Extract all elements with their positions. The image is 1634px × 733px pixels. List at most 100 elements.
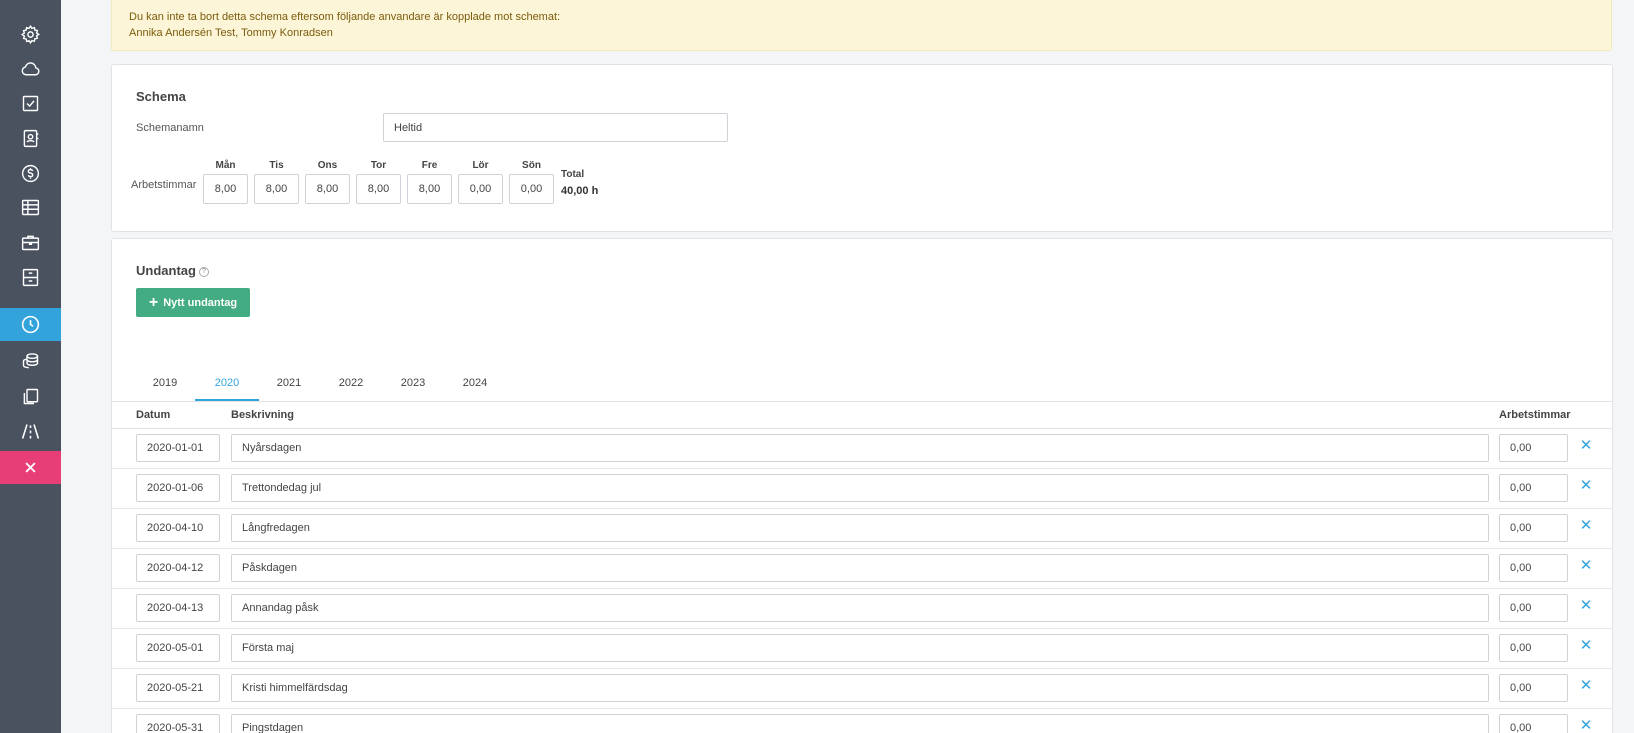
- briefcase-icon: [21, 235, 40, 250]
- table-row: 2020-04-10 Långfredagen 0,00 ✕: [112, 509, 1612, 549]
- description-input[interactable]: Första maj: [231, 634, 1489, 662]
- date-input[interactable]: 2020-04-12: [136, 554, 220, 582]
- archive-icon: [22, 268, 39, 286]
- table-row: 2020-05-21 Kristi himmelfärdsdag 0,00 ✕: [112, 669, 1612, 709]
- new-exception-label: Nytt undantag: [163, 296, 238, 309]
- day-column-tue: Tis 8,00: [254, 160, 299, 204]
- hours-input[interactable]: 0,00: [1499, 474, 1568, 502]
- sidebar-item-contacts[interactable]: [0, 122, 61, 154]
- description-input[interactable]: Pingstdagen: [231, 714, 1489, 733]
- hours-input[interactable]: 0,00: [1499, 714, 1568, 733]
- day-label: Lör: [472, 160, 489, 171]
- exceptions-panel: Undantag? + Nytt undantag 2019 2020 2021…: [111, 238, 1613, 733]
- new-exception-button[interactable]: + Nytt undantag: [136, 288, 250, 317]
- date-input[interactable]: 2020-05-01: [136, 634, 220, 662]
- hours-label: Arbetstimmar: [131, 179, 197, 191]
- day-hours-input[interactable]: 8,00: [407, 174, 452, 204]
- tab-2024[interactable]: 2024: [443, 370, 507, 402]
- alert-message: Du kan inte ta bort detta schema efterso…: [129, 11, 561, 23]
- description-input[interactable]: Påskdagen: [231, 554, 1489, 582]
- hours-input[interactable]: 0,00: [1499, 634, 1568, 662]
- date-input[interactable]: 2020-05-31: [136, 714, 220, 733]
- tabs-divider: [112, 401, 1612, 402]
- schema-name-label: Schemanamn: [136, 122, 204, 134]
- date-input[interactable]: 2020-04-10: [136, 514, 220, 542]
- delete-icon[interactable]: ✕: [1578, 558, 1594, 574]
- day-hours-input[interactable]: 8,00: [254, 174, 299, 204]
- sidebar-item-projects[interactable]: [0, 226, 61, 258]
- day-column-sat: Lör 0,00: [458, 160, 503, 204]
- sidebar-item-archive[interactable]: [0, 261, 61, 293]
- clock-icon: [21, 315, 40, 334]
- table-icon: [21, 199, 40, 215]
- description-input[interactable]: Trettondedag jul: [231, 474, 1489, 502]
- plus-icon: +: [148, 293, 159, 311]
- day-label: Mån: [215, 160, 236, 171]
- day-column-thu: Tor 8,00: [356, 160, 401, 204]
- sidebar-item-cloud[interactable]: [0, 53, 61, 85]
- tab-2020[interactable]: 2020: [195, 370, 259, 402]
- hours-input[interactable]: 0,00: [1499, 514, 1568, 542]
- total-value: 40,00 h: [561, 185, 599, 197]
- exceptions-title: Undantag: [136, 263, 196, 278]
- delete-icon[interactable]: ✕: [1578, 438, 1594, 454]
- day-hours-input[interactable]: 8,00: [356, 174, 401, 204]
- schema-title: Schema: [136, 89, 186, 104]
- delete-icon[interactable]: ✕: [1578, 638, 1594, 654]
- day-hours-input[interactable]: 0,00: [458, 174, 503, 204]
- date-input[interactable]: 2020-01-01: [136, 434, 220, 462]
- description-input[interactable]: Långfredagen: [231, 514, 1489, 542]
- coins-icon: [22, 352, 39, 368]
- column-header-hours: Arbetstimmar: [1499, 409, 1571, 421]
- sidebar-item-documents[interactable]: [0, 380, 61, 412]
- hours-input[interactable]: 0,00: [1499, 674, 1568, 702]
- sidebar-item-settings[interactable]: [0, 18, 61, 50]
- tab-2019[interactable]: 2019: [133, 370, 197, 402]
- tab-2022[interactable]: 2022: [319, 370, 383, 402]
- description-input[interactable]: Nyårsdagen: [231, 434, 1489, 462]
- day-hours-input[interactable]: 8,00: [203, 174, 248, 204]
- date-input[interactable]: 2020-05-21: [136, 674, 220, 702]
- description-input[interactable]: Annandag påsk: [231, 594, 1489, 622]
- table-row: 2020-04-13 Annandag påsk 0,00 ✕: [112, 589, 1612, 629]
- warning-alert: Du kan inte ta bort detta schema efterso…: [111, 0, 1612, 51]
- hours-input[interactable]: 0,00: [1499, 594, 1568, 622]
- delete-icon[interactable]: ✕: [1578, 718, 1594, 733]
- sidebar-item-finance[interactable]: [0, 157, 61, 189]
- sidebar-item-travel[interactable]: [0, 415, 61, 447]
- close-icon: [25, 462, 36, 473]
- delete-icon[interactable]: ✕: [1578, 598, 1594, 614]
- day-label: Fre: [421, 160, 438, 171]
- day-label: Sön: [522, 160, 541, 171]
- schema-name-input[interactable]: Heltid: [383, 113, 728, 142]
- tab-2023[interactable]: 2023: [381, 370, 445, 402]
- table-row: 2020-05-31 Pingstdagen 0,00 ✕: [112, 709, 1612, 733]
- delete-icon[interactable]: ✕: [1578, 478, 1594, 494]
- day-hours-input[interactable]: 8,00: [305, 174, 350, 204]
- description-input[interactable]: Kristi himmelfärdsdag: [231, 674, 1489, 702]
- sidebar-item-table[interactable]: [0, 191, 61, 223]
- exceptions-title-row: Undantag?: [136, 263, 209, 278]
- delete-icon[interactable]: ✕: [1578, 678, 1594, 694]
- sidebar: [0, 0, 61, 733]
- date-input[interactable]: 2020-04-13: [136, 594, 220, 622]
- day-hours-input[interactable]: 0,00: [509, 174, 554, 204]
- hours-input[interactable]: 0,00: [1499, 554, 1568, 582]
- contacts-icon: [23, 129, 39, 147]
- schema-panel: Schema Schemanamn Heltid Arbetstimmar Må…: [111, 64, 1613, 232]
- day-column-sun: Sön 0,00: [509, 160, 554, 204]
- date-input[interactable]: 2020-01-06: [136, 474, 220, 502]
- checkbox-icon: [22, 95, 39, 111]
- sidebar-item-payroll[interactable]: [0, 344, 61, 376]
- tab-2021[interactable]: 2021: [257, 370, 321, 402]
- day-column-fri: Fre 8,00: [407, 160, 452, 204]
- help-icon[interactable]: ?: [198, 266, 209, 277]
- sidebar-item-close[interactable]: [0, 451, 61, 484]
- hours-input[interactable]: 0,00: [1499, 434, 1568, 462]
- sidebar-item-tasks[interactable]: [0, 87, 61, 119]
- day-column-mon: Mån 8,00: [203, 160, 248, 204]
- column-header-description: Beskrivning: [231, 409, 294, 421]
- delete-icon[interactable]: ✕: [1578, 518, 1594, 534]
- sidebar-item-time[interactable]: [0, 308, 61, 341]
- alert-users: Annika Andersén Test, Tommy Konradsen: [129, 27, 333, 39]
